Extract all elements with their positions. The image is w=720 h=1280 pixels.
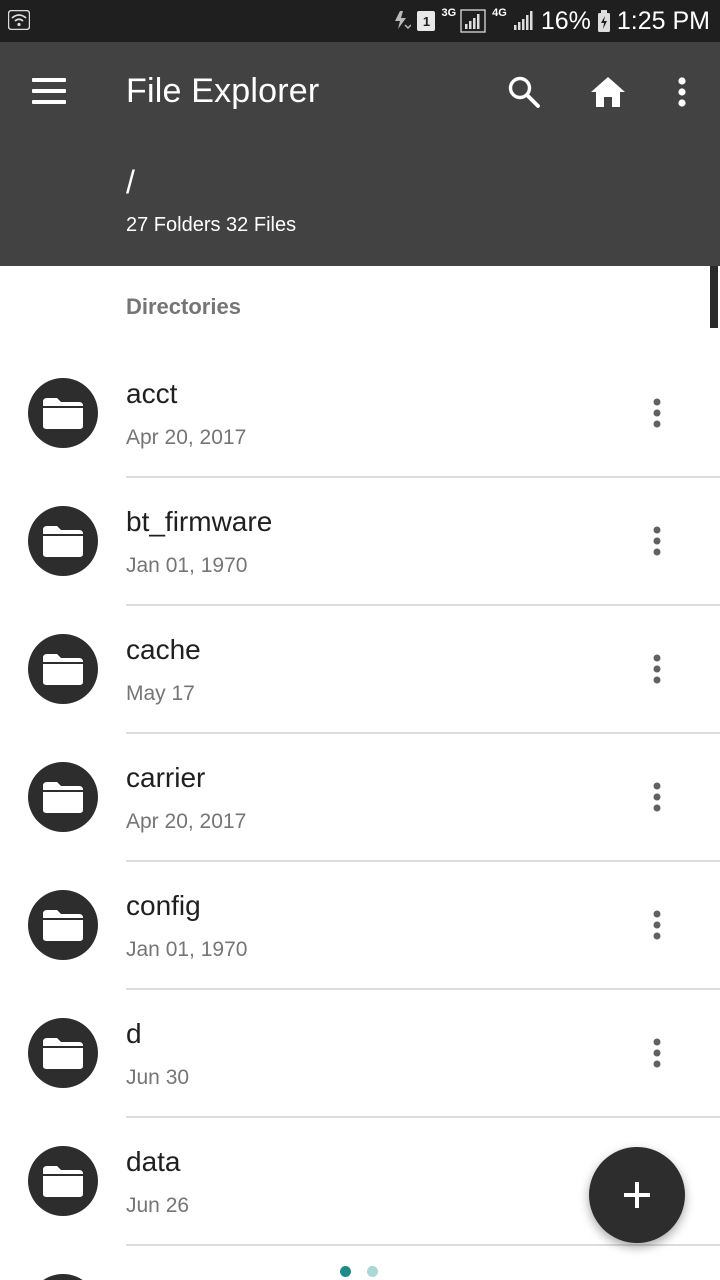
more-vert-icon[interactable] <box>636 520 678 562</box>
item-name: bt_firmware <box>126 506 273 537</box>
item-name: config <box>126 890 201 921</box>
search-icon[interactable] <box>502 70 546 114</box>
item-name: d <box>126 1018 142 1049</box>
folder-icon <box>28 1018 98 1088</box>
status-bar: 1 3G 4G 16% 1:25 PM <box>0 0 720 42</box>
more-vert-icon[interactable] <box>636 776 678 818</box>
folder-icon <box>28 634 98 704</box>
list-item[interactable]: config Jan 01, 1970 <box>0 862 720 990</box>
list-item[interactable]: bt_firmware Jan 01, 1970 <box>0 478 720 606</box>
folder-icon <box>28 762 98 832</box>
list-item[interactable]: cache May 17 <box>0 606 720 734</box>
item-name: acct <box>126 378 178 409</box>
more-vert-icon[interactable] <box>636 904 678 946</box>
page-dot-active[interactable] <box>340 1266 351 1277</box>
more-vert-icon[interactable] <box>636 648 678 690</box>
item-name: carrier <box>126 762 206 793</box>
battery-icon <box>597 9 611 33</box>
more-vert-icon[interactable] <box>636 1032 678 1074</box>
folder-icon <box>28 378 98 448</box>
menu-icon[interactable] <box>32 78 66 104</box>
folder-icon <box>28 1146 98 1216</box>
list-item[interactable]: acct Apr 20, 2017 <box>0 350 720 478</box>
app-bar: File Explorer / 27 Folders 32 Files <box>0 42 720 266</box>
item-date: May 17 <box>126 682 195 705</box>
network-type-label: 4G <box>492 7 507 19</box>
folder-file-count: 27 Folders 32 Files <box>126 214 297 236</box>
list-item[interactable]: d Jun 30 <box>0 990 720 1118</box>
clock: 1:25 PM <box>616 6 710 35</box>
plus-icon <box>624 1182 650 1208</box>
item-date: Apr 20, 2017 <box>126 810 247 833</box>
sim-icon: 1 <box>417 11 436 31</box>
signal-icon <box>511 9 535 33</box>
current-path: / <box>126 164 135 200</box>
folder-icon <box>28 506 98 576</box>
item-name: cache <box>126 634 201 665</box>
battery-percent: 16% <box>540 6 591 35</box>
item-date: Jan 01, 1970 <box>126 938 248 961</box>
home-icon[interactable] <box>586 70 630 114</box>
page-indicator <box>340 1266 378 1277</box>
item-date: Jun 26 <box>126 1194 190 1217</box>
more-vert-icon[interactable] <box>636 392 678 434</box>
item-date: Jun 30 <box>126 1066 190 1089</box>
scrollbar-thumb[interactable] <box>710 266 718 328</box>
page-dot[interactable] <box>367 1266 378 1277</box>
add-button[interactable] <box>589 1147 685 1243</box>
item-name: data <box>126 1146 181 1177</box>
directory-list: acct Apr 20, 2017 bt_firmware Jan 01, 19… <box>0 350 720 1280</box>
folder-icon <box>28 1274 98 1280</box>
signal-icon <box>460 9 486 33</box>
section-header-directories: Directories <box>126 294 241 319</box>
wifi-icon <box>8 10 30 30</box>
item-date: Apr 20, 2017 <box>126 426 247 449</box>
list-item[interactable]: carrier Apr 20, 2017 <box>0 734 720 862</box>
folder-icon <box>28 890 98 960</box>
more-vert-icon[interactable] <box>660 70 704 114</box>
page-title: File Explorer <box>126 72 320 110</box>
item-date: Jan 01, 1970 <box>126 554 248 577</box>
data-transfer-icon <box>391 9 412 33</box>
network-type-label: 3G <box>441 7 457 19</box>
